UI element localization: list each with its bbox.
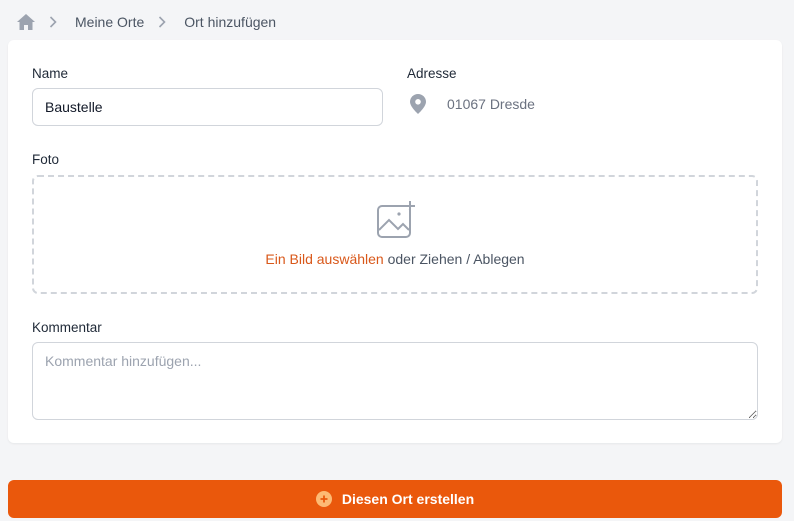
breadcrumb: Meine Orte Ort hinzufügen — [17, 12, 276, 32]
photo-dropzone[interactable]: Ein Bild auswählen oder Ziehen / Ablegen — [32, 175, 758, 294]
name-label: Name — [32, 66, 69, 81]
comment-label: Kommentar — [32, 320, 102, 335]
address-label: Adresse — [407, 66, 457, 81]
comment-textarea[interactable] — [32, 342, 758, 420]
drop-hint: oder Ziehen / Ablegen — [383, 251, 525, 267]
chevron-right-icon — [49, 15, 63, 29]
plus-circle-icon — [315, 491, 332, 507]
address-value: 01067 Dresde — [447, 96, 535, 112]
home-icon[interactable] — [17, 13, 35, 31]
chevron-right-icon — [158, 15, 172, 29]
photo-label: Foto — [32, 152, 60, 167]
dropzone-text: Ein Bild auswählen oder Ziehen / Ablegen — [34, 251, 756, 267]
map-pin-icon — [410, 93, 428, 115]
choose-image-link[interactable]: Ein Bild auswählen — [265, 251, 383, 267]
create-location-form: Name Adresse 01067 Dresde Foto Ein Bild … — [8, 40, 782, 443]
address-display: 01067 Dresde — [410, 92, 535, 116]
create-location-button[interactable]: Diesen Ort erstellen — [8, 480, 782, 518]
create-location-button-label: Diesen Ort erstellen — [341, 491, 475, 507]
image-add-icon — [377, 201, 417, 239]
name-input[interactable] — [32, 88, 383, 126]
breadcrumb-item-ort-hinzufuegen[interactable]: Ort hinzufügen — [184, 14, 276, 30]
breadcrumb-item-meine-orte[interactable]: Meine Orte — [75, 14, 144, 30]
